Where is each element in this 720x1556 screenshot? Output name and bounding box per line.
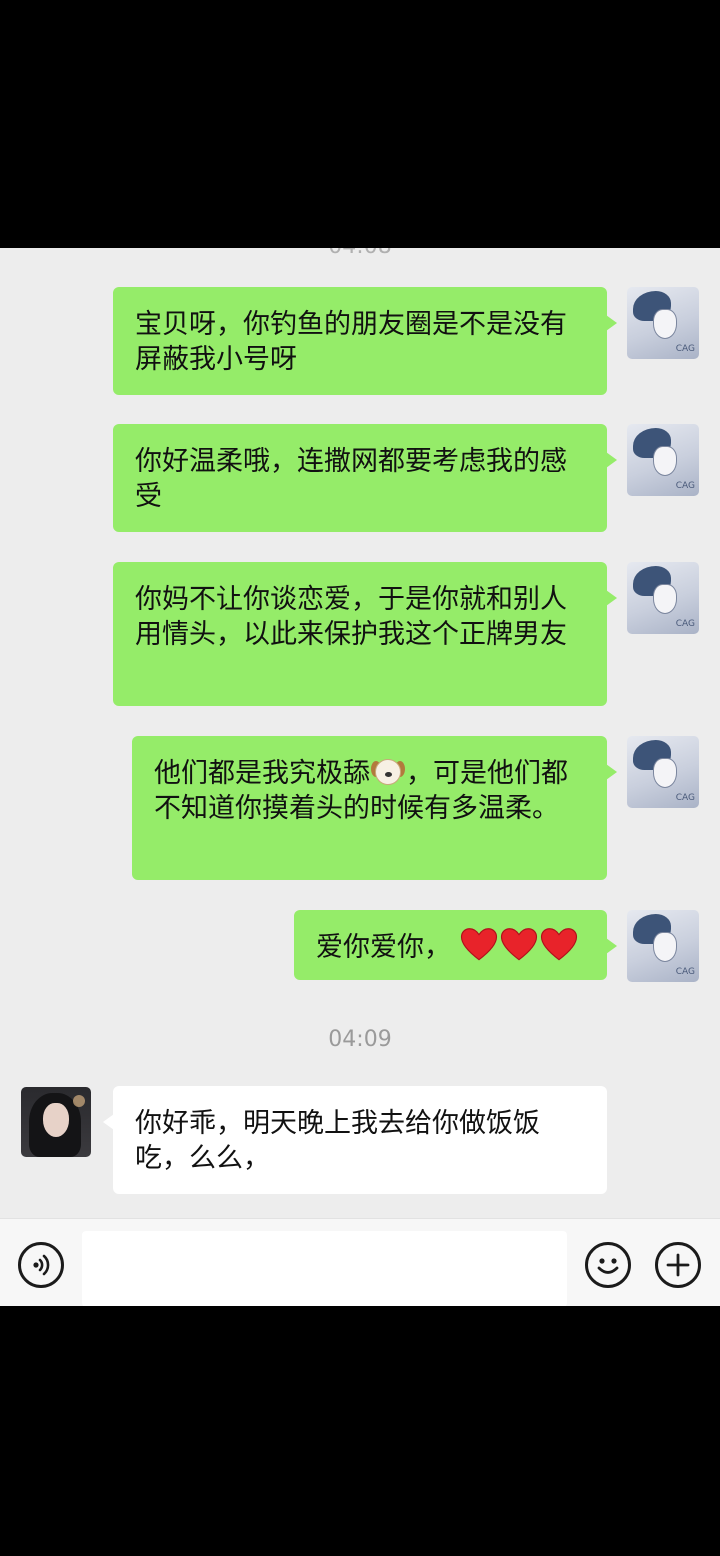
- dog-face-icon: [371, 757, 405, 787]
- voice-button[interactable]: [18, 1242, 64, 1288]
- red-heart-icon: [540, 928, 577, 961]
- faded-timestamp: 04:08: [0, 248, 720, 259]
- avatar-tag: CAG: [675, 793, 695, 803]
- avatar-face: [653, 932, 677, 962]
- message-text: 你好温柔哦，连撒网都要考虑我的感受: [135, 446, 567, 512]
- avatar-face: [653, 309, 677, 339]
- my-avatar[interactable]: CAG: [627, 562, 699, 634]
- red-heart-icon: [500, 928, 537, 961]
- my-message-bubble[interactable]: 宝贝呀，你钓鱼的朋友圈是不是没有屏蔽我小号呀: [113, 287, 617, 395]
- my-message-bubble[interactable]: 你好温柔哦，连撒网都要考虑我的感受: [113, 424, 617, 532]
- avatar-tag: CAG: [675, 481, 695, 491]
- avatar-face: [43, 1103, 69, 1137]
- my-avatar[interactable]: CAG: [627, 736, 699, 808]
- avatar-face: [653, 584, 677, 614]
- message-timestamp: 04:09: [328, 1027, 392, 1052]
- my-message-bubble[interactable]: 他们都是我究极舔 ，可是他们都不知道你摸着头的时候有多温柔。: [132, 736, 617, 880]
- my-message-bubble[interactable]: 你妈不让你谈恋爱，于是你就和别人用情头，以此来保护我这个正牌男友: [113, 562, 617, 706]
- my-avatar[interactable]: CAG: [627, 287, 699, 359]
- message-text: 你妈不让你谈恋爱，于是你就和别人用情头，以此来保护我这个正牌男友: [135, 584, 567, 650]
- avatar-tag: CAG: [675, 967, 695, 977]
- contact-avatar[interactable]: [21, 1087, 91, 1157]
- message-input[interactable]: [82, 1231, 567, 1307]
- my-message-bubble[interactable]: 爱你爱你，: [294, 910, 617, 980]
- message-text: 他们都是我究极舔: [154, 758, 370, 789]
- chat-area[interactable]: 04:08 宝贝呀，你钓鱼的朋友圈是不是没有屏蔽我小号呀 CAG 你好温柔哦，连…: [0, 248, 720, 1218]
- red-heart-icon: [460, 928, 497, 961]
- avatar-tag: CAG: [675, 619, 695, 629]
- plus-icon: [666, 1253, 690, 1277]
- emoji-icon: [597, 1258, 619, 1274]
- avatar-tag: CAG: [675, 344, 695, 354]
- top-black-band: [0, 0, 720, 248]
- message-text: 宝贝呀，你钓鱼的朋友圈是不是没有屏蔽我小号呀: [135, 309, 567, 375]
- more-button[interactable]: [655, 1242, 701, 1288]
- avatar-light: [73, 1095, 85, 1107]
- contact-message-bubble[interactable]: 你好乖，明天晚上我去给你做饭饭吃，么么，: [103, 1086, 607, 1194]
- voice-icon: [33, 1254, 50, 1276]
- avatar-face: [653, 446, 677, 476]
- input-bar: [0, 1218, 720, 1307]
- emoji-button[interactable]: [585, 1242, 631, 1288]
- avatar-face: [653, 758, 677, 788]
- message-text: 爱你爱你，: [316, 932, 451, 963]
- message-text: 你好乖，明天晚上我去给你做饭饭吃，么么，: [135, 1108, 540, 1174]
- my-avatar[interactable]: CAG: [627, 424, 699, 496]
- bottom-black-band: [0, 1306, 720, 1556]
- my-avatar[interactable]: CAG: [627, 910, 699, 982]
